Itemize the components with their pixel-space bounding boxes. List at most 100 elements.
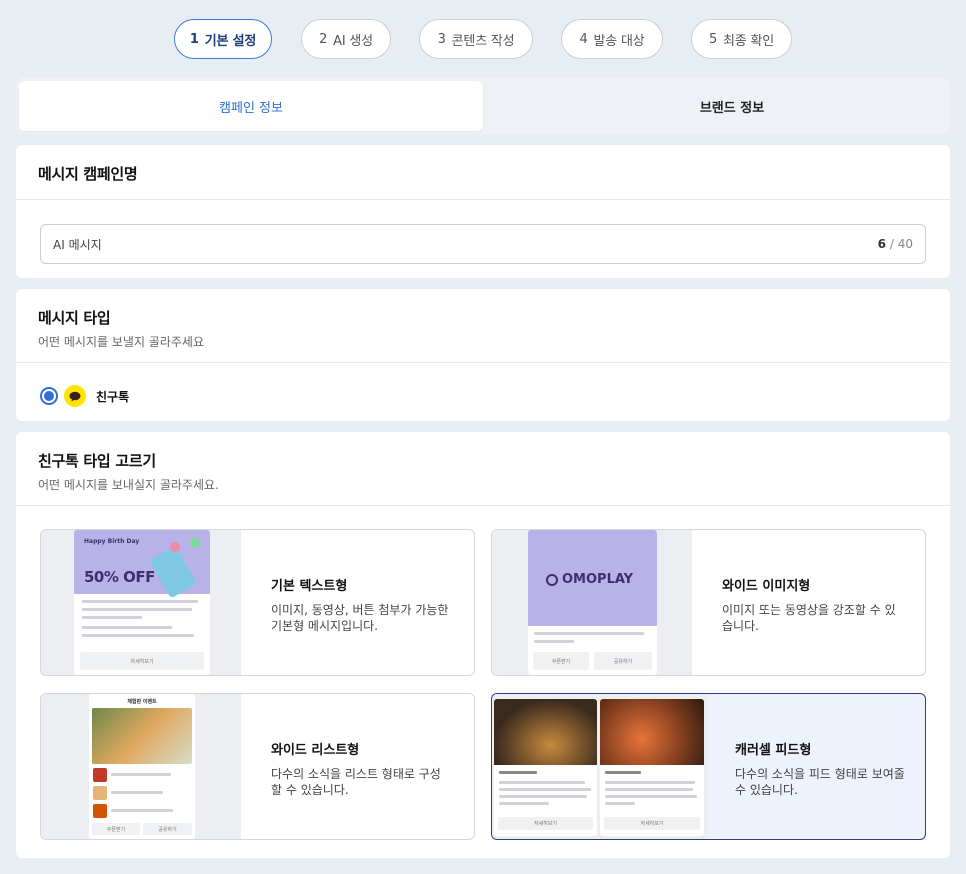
preview-card: 체험판 이벤트 쿠폰받기 공유하기 — [89, 694, 195, 839]
coupon-tag-icon — [149, 545, 197, 599]
preview-detail-button: 자세히보기 — [80, 652, 204, 670]
step-ai-generate[interactable]: 2 AI 생성 — [301, 19, 391, 59]
option-preview: OMOPLAY 쿠폰받기 공유하기 — [492, 530, 692, 675]
text-line — [499, 771, 537, 774]
text-line — [82, 616, 142, 619]
step-number: 2 — [319, 31, 328, 47]
campaign-name-value: AI 메시지 — [53, 237, 102, 252]
option-title: 와이드 리스트형 — [271, 743, 360, 758]
text-line — [499, 781, 585, 784]
text-line — [534, 632, 644, 635]
list-thumb — [93, 804, 107, 818]
divider — [16, 505, 950, 506]
carousel-card: 자세히보기 — [494, 699, 597, 836]
stepper: 1 기본 설정 2 AI 생성 3 콘텐츠 작성 4 발송 대상 5 최종 확인 — [0, 19, 966, 59]
text-line — [82, 626, 172, 629]
text-line — [534, 640, 574, 643]
preview-coupon-button: 쿠폰받기 — [92, 823, 140, 835]
friendtalk-radio-option[interactable]: 친구톡 — [40, 385, 129, 407]
option-description: 다수의 소식을 리스트 형태로 구성할 수 있습니다. — [271, 767, 441, 797]
tab-brand-info[interactable]: 브랜드 정보 — [500, 81, 964, 131]
text-line — [605, 781, 695, 784]
preview-heading: Happy Birth Day — [84, 538, 140, 545]
text-line — [111, 809, 173, 812]
brand-logo: OMOPLAY — [546, 572, 633, 587]
step-number: 5 — [708, 31, 718, 47]
option-title: 캐러셀 피드형 — [735, 743, 812, 758]
preview-card: Happy Birth Day 50% OFF 자세히보기 — [74, 530, 210, 675]
tab-campaign-info[interactable]: 캠페인 정보 — [19, 81, 483, 131]
preview-detail-button: 자세히보기 — [498, 817, 593, 830]
option-description: 다수의 소식을 피드 형태로 보여줄 수 있습니다. — [735, 767, 905, 797]
option-wide-list[interactable]: 체험판 이벤트 쿠폰받기 공유하기 와이드 리스트형 다수의 소식을 리스트 형… — [40, 693, 475, 840]
preview-detail-button: 자세히보기 — [604, 817, 700, 830]
step-label: 기본 설정 — [204, 33, 257, 49]
text-line — [499, 788, 591, 791]
divider — [16, 362, 950, 363]
step-number: 4 — [579, 31, 588, 47]
card-title: 메시지 타입 — [38, 309, 111, 327]
preview-sale-text: 50% OFF — [84, 568, 155, 586]
text-line — [82, 634, 194, 637]
option-preview: 자세히보기 자세히보기 — [492, 694, 708, 839]
text-line — [605, 771, 641, 774]
list-thumb — [93, 768, 107, 782]
preview-banner: OMOPLAY — [528, 530, 657, 626]
food-image — [92, 708, 192, 764]
step-send-target[interactable]: 4 발송 대상 — [561, 19, 663, 59]
carousel-card: 자세히보기 — [600, 699, 704, 836]
text-line — [82, 600, 198, 603]
step-number: 1 — [189, 31, 199, 47]
option-preview: Happy Birth Day 50% OFF 자세히보기 — [41, 530, 241, 675]
preview-heading: 체험판 이벤트 — [127, 699, 157, 705]
card-title: 친구톡 타입 고르기 — [38, 452, 156, 470]
option-carousel-feed[interactable]: 자세히보기 자세히보기 캐러셀 피드형 다수의 소식을 피드 형태로 보여줄 수… — [491, 693, 926, 840]
text-line — [111, 791, 163, 794]
card-subtitle: 어떤 메시지를 보낼지 골라주세요 — [38, 335, 205, 349]
char-max: / 40 — [889, 237, 913, 251]
text-line — [605, 802, 635, 805]
friendtalk-type-card: 친구톡 타입 고르기 어떤 메시지를 보내실지 골라주세요. Happy Bir… — [16, 432, 950, 858]
radio-selected[interactable] — [40, 387, 58, 405]
option-title: 기본 텍스트형 — [271, 579, 348, 594]
info-tabs: 캠페인 정보 브랜드 정보 — [16, 78, 950, 134]
omoplay-logo-icon — [546, 573, 558, 586]
text-line — [605, 788, 693, 791]
step-number: 3 — [437, 31, 446, 47]
campaign-name-card: 메시지 캠페인명 AI 메시지 6 / 40 — [16, 145, 950, 278]
text-line — [605, 795, 697, 798]
list-thumb — [93, 786, 107, 800]
text-line — [82, 608, 192, 611]
cave-image — [494, 699, 597, 765]
balloon-icon — [170, 542, 180, 552]
preview-share-button: 공유하기 — [594, 652, 652, 670]
balloon-icon — [190, 538, 200, 548]
option-description: 이미지, 동영상, 버튼 첨부가 가능한 기본형 메시지입니다. — [271, 603, 449, 633]
preview-card: OMOPLAY 쿠폰받기 공유하기 — [528, 530, 657, 675]
message-type-card: 메시지 타입 어떤 메시지를 보낼지 골라주세요 친구톡 — [16, 289, 950, 421]
step-basic-settings[interactable]: 1 기본 설정 — [174, 19, 272, 59]
option-title: 와이드 이미지형 — [722, 579, 811, 594]
preview-coupon-button: 쿠폰받기 — [533, 652, 589, 670]
char-count: 6 — [877, 237, 887, 251]
option-basic-text[interactable]: Happy Birth Day 50% OFF 자세히보기 기본 텍스트형 이미… — [40, 529, 475, 676]
campaign-name-input[interactable]: AI 메시지 6 / 40 — [40, 224, 926, 264]
step-label: AI 생성 — [333, 33, 373, 49]
divider — [16, 199, 950, 200]
card-title: 메시지 캠페인명 — [38, 165, 138, 183]
text-line — [499, 795, 587, 798]
card-subtitle: 어떤 메시지를 보내실지 골라주세요. — [38, 478, 219, 492]
step-label: 콘텐츠 작성 — [451, 33, 515, 49]
option-description: 이미지 또는 동영상을 강조할 수 있습니다. — [722, 603, 896, 633]
brand-name: OMOPLAY — [562, 572, 634, 587]
pumpkin-image — [600, 699, 704, 765]
option-wide-image[interactable]: OMOPLAY 쿠폰받기 공유하기 와이드 이미지형 이미지 또는 동영상을 강… — [491, 529, 926, 676]
kakao-talk-icon — [64, 385, 86, 407]
radio-label: 친구톡 — [96, 389, 130, 404]
char-counter: 6 / 40 — [878, 237, 913, 251]
text-line — [499, 802, 549, 805]
step-label: 최종 확인 — [723, 33, 775, 49]
step-content-write[interactable]: 3 콘텐츠 작성 — [419, 19, 533, 59]
step-final-confirm[interactable]: 5 최종 확인 — [691, 19, 792, 59]
text-line — [111, 773, 171, 776]
